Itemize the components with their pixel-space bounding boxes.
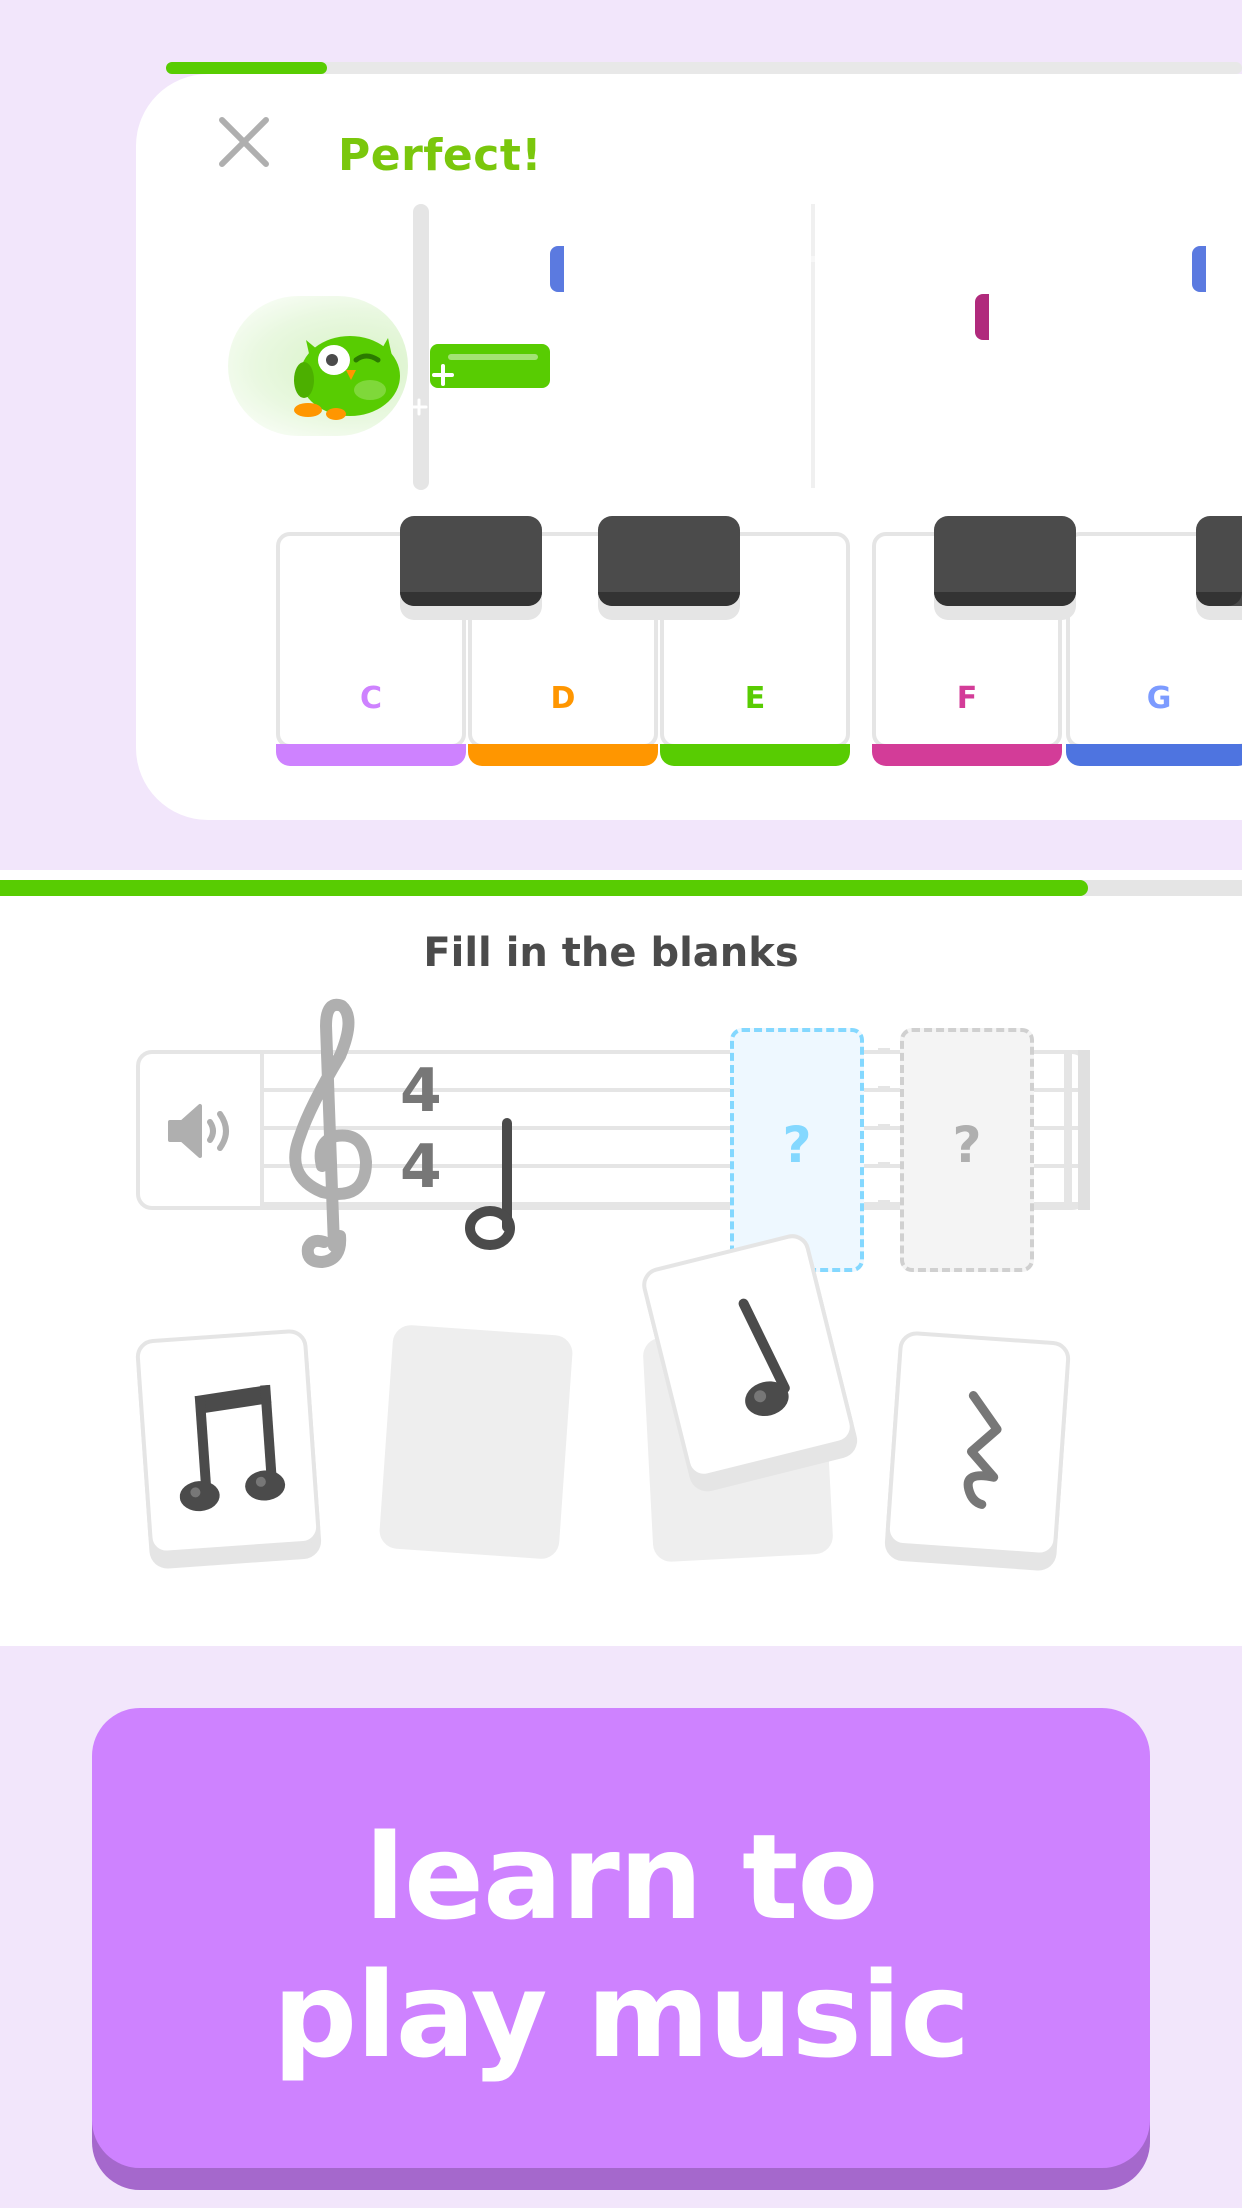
question-title: Fill in the blanks bbox=[423, 930, 799, 976]
end-barline bbox=[1064, 1050, 1072, 1210]
close-icon[interactable] bbox=[214, 112, 274, 172]
treble-clef-icon bbox=[289, 999, 372, 1268]
speaker-icon[interactable] bbox=[166, 1102, 238, 1160]
end-barline-thick bbox=[1078, 1050, 1090, 1210]
quarter-note-icon bbox=[738, 1298, 790, 1417]
staff-divider bbox=[260, 1050, 264, 1210]
piano-black-key[interactable] bbox=[598, 516, 740, 606]
lesson-progress-track bbox=[166, 62, 1242, 74]
lesson-progress-fill bbox=[166, 62, 327, 74]
learn-to-play-music-button[interactable]: learn to play music bbox=[92, 1708, 1150, 2168]
note-bar-g: G bbox=[550, 246, 938, 292]
staff-line bbox=[878, 1162, 890, 1166]
feedback-label: Perfect! bbox=[338, 130, 542, 181]
card-beamed-eighth-notes[interactable] bbox=[134, 1328, 322, 1556]
piano-black-key[interactable] bbox=[934, 516, 1076, 606]
time-signature-bottom: 4 bbox=[400, 1132, 442, 1202]
sparkle-icon bbox=[432, 364, 454, 386]
staff-line bbox=[878, 1086, 890, 1090]
quarter-rest-icon bbox=[963, 1391, 1002, 1509]
note-bar-f: F bbox=[975, 294, 1163, 340]
card-quarter-rest[interactable] bbox=[884, 1330, 1072, 1558]
empty-card-slot bbox=[378, 1323, 574, 1561]
staff-line bbox=[878, 1048, 890, 1052]
staff-line bbox=[878, 1200, 890, 1204]
time-signature-top: 4 bbox=[400, 1056, 442, 1126]
cta-line-1: learn to bbox=[364, 1808, 879, 1946]
note-bar-g-2: G bbox=[1192, 246, 1242, 292]
answer-blank[interactable]: ? bbox=[900, 1028, 1034, 1272]
beamed-eighth-notes-icon bbox=[179, 1384, 286, 1512]
sparkle-icon bbox=[410, 398, 428, 416]
cta-line-2: play music bbox=[272, 1946, 971, 2084]
playhead-line bbox=[413, 204, 429, 490]
duo-owl-icon bbox=[294, 336, 400, 420]
staff-line bbox=[878, 1124, 890, 1128]
exercise-progress-fill bbox=[0, 880, 1088, 896]
half-note-icon bbox=[465, 1118, 515, 1250]
piano-black-key[interactable] bbox=[400, 516, 542, 606]
piano-black-key[interactable] bbox=[1196, 516, 1242, 606]
